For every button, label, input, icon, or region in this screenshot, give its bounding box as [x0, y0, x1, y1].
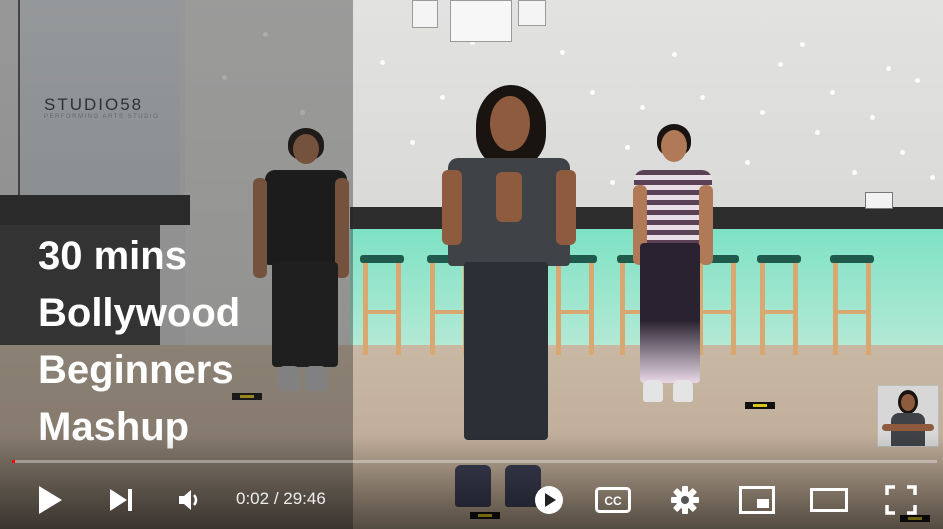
progress-fill: [12, 460, 15, 463]
video-player[interactable]: STUDIO58 PERFORMING ARTS STUDIO 30 mins …: [0, 0, 943, 529]
next-button[interactable]: [102, 478, 140, 522]
play-button[interactable]: [30, 478, 70, 522]
controls-gradient: [0, 434, 943, 529]
mute-button[interactable]: [172, 478, 206, 522]
title-line-2: Bollywood: [38, 291, 241, 335]
fullscreen-button[interactable]: [881, 478, 921, 522]
settings-button[interactable]: [666, 478, 704, 522]
time-separator: /: [269, 489, 284, 508]
volume-icon: [179, 490, 198, 510]
fullscreen-icon: [885, 485, 917, 515]
time-display: 0:02 / 29:46: [236, 489, 326, 509]
autoplay-toggle[interactable]: [530, 478, 568, 522]
duration: 29:46: [283, 489, 326, 508]
settings-gear-icon: [671, 486, 699, 514]
theater-mode-icon: [810, 488, 848, 512]
play-icon: [39, 486, 62, 514]
progress-bar[interactable]: [12, 460, 937, 463]
miniplayer-play-icon: [535, 486, 563, 514]
title-line-3: Beginners: [38, 348, 234, 392]
captions-icon: CC: [595, 487, 631, 513]
skip-next-icon: [110, 489, 132, 511]
current-time: 0:02: [236, 489, 270, 508]
title-line-1: 30 mins: [38, 234, 187, 278]
miniplayer-button[interactable]: [736, 478, 778, 522]
miniplayer-icon: [739, 486, 775, 514]
captions-button[interactable]: CC: [592, 478, 634, 522]
captions-label: CC: [604, 494, 622, 508]
video-title-overlay: 30 mins Bollywood Beginners Mashup: [38, 228, 240, 456]
theater-mode-button[interactable]: [806, 478, 852, 522]
